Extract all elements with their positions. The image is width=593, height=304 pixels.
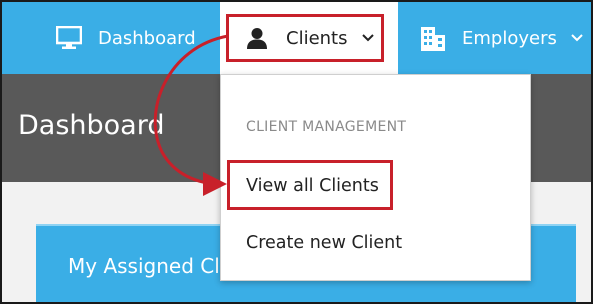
top-navigation-bar: Dashboard Clients Employers xyxy=(2,2,591,74)
building-icon xyxy=(420,25,446,51)
monitor-icon xyxy=(56,25,82,51)
person-icon xyxy=(244,25,270,51)
nav-item-employers[interactable]: Employers xyxy=(420,2,583,74)
screenshot-frame: Dashboard Clients Employers Dashboard My… xyxy=(0,0,593,304)
nav-item-dashboard[interactable]: Dashboard xyxy=(56,2,196,74)
nav-item-clients[interactable]: Clients xyxy=(220,2,398,74)
clients-dropdown-menu: CLIENT MANAGEMENT View all Clients Creat… xyxy=(220,74,531,281)
menu-item-create-new-client[interactable]: Create new Client xyxy=(246,233,402,253)
chevron-down-icon xyxy=(361,34,374,42)
chevron-down-icon xyxy=(571,34,583,42)
dropdown-section-header: CLIENT MANAGEMENT xyxy=(246,119,407,135)
nav-label-clients: Clients xyxy=(286,27,348,49)
nav-label-dashboard: Dashboard xyxy=(98,27,196,49)
menu-item-view-all-clients[interactable]: View all Clients xyxy=(246,176,379,196)
page-title: Dashboard xyxy=(18,110,165,141)
nav-label-employers: Employers xyxy=(462,27,557,49)
